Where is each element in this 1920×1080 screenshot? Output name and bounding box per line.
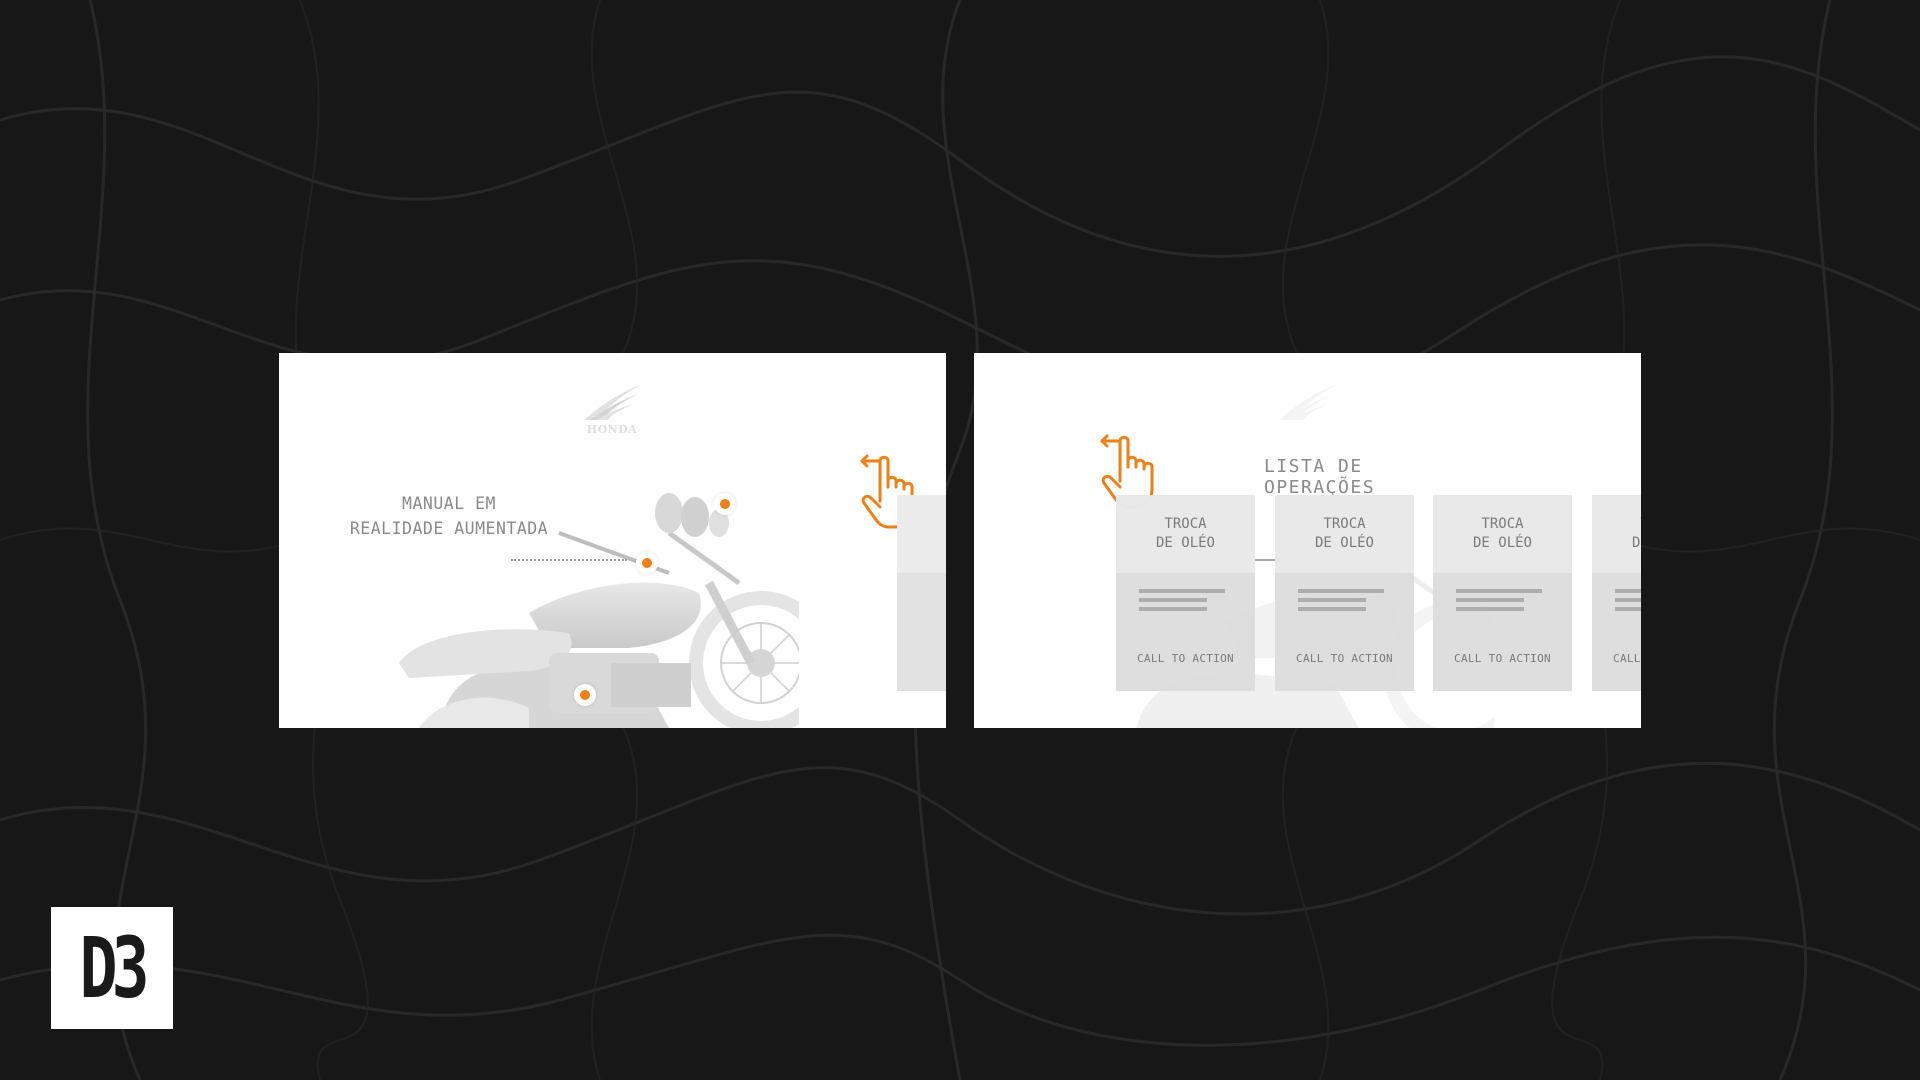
honda-logo-faded (1267, 380, 1347, 436)
card-peek[interactable] (897, 495, 946, 691)
screen-ar-manual: HONDA MANUAL EM REALIDADE AUMENTADA (279, 353, 946, 728)
hotspot-engine[interactable] (574, 684, 596, 706)
card-text-line (1615, 607, 1641, 611)
card-title: TROCA DE OLÉO (1155, 516, 1215, 551)
card-text-line (1456, 598, 1524, 602)
operation-card[interactable]: TROCA DE OLÉO CALL TO ACTION (1275, 495, 1414, 691)
card-text-line (1298, 589, 1384, 593)
card-text-line (1139, 607, 1207, 611)
card-title: TROCA DE OLÉO (1314, 516, 1374, 551)
card-text-line (1298, 598, 1366, 602)
card-title: TROCA DE OLÉO (1631, 516, 1641, 551)
card-title: TROCA DE OLÉO (1472, 516, 1532, 551)
hotspot-connector-line (511, 559, 627, 561)
hotspot-headlight[interactable] (714, 493, 736, 515)
honda-wordmark: HONDA (586, 423, 638, 436)
d3-logo-badge: D3 (51, 907, 173, 1029)
honda-logo: HONDA (572, 380, 652, 436)
screen-operations-list: LISTA DE OPERAÇÕES TROCA DE OLÉO CALL TO… (974, 353, 1641, 728)
hotspot-tank[interactable] (636, 552, 658, 574)
d3-logo-text: D3 (80, 919, 150, 1017)
honda-wing-icon (584, 384, 642, 420)
card-text-line (1139, 598, 1207, 602)
card-text-line (1456, 589, 1542, 593)
card-text-line (1139, 589, 1225, 593)
card-text-line (1456, 607, 1524, 611)
card-text-line (1615, 598, 1641, 602)
call-to-action-button[interactable]: CALL TO ACTION (1275, 652, 1414, 665)
operations-list-title: LISTA DE OPERAÇÕES (1264, 456, 1376, 498)
operation-card[interactable]: TROCA DE OLÉO CALL TO ACTION (1433, 495, 1572, 691)
honda-wing-icon (1279, 384, 1337, 420)
card-text-line (1615, 589, 1641, 593)
operation-card[interactable]: TROCA DE OLÉO CALL TO ACTION (1116, 495, 1255, 691)
card-text-line (1298, 607, 1366, 611)
call-to-action-button[interactable]: CALL TO ACTION (1433, 652, 1572, 665)
call-to-action-button[interactable]: CALL TO ACTION (1592, 652, 1641, 665)
operation-card[interactable]: TROCA DE OLÉO CALL TO ACTION (1592, 495, 1641, 691)
call-to-action-button[interactable]: CALL TO ACTION (1116, 652, 1255, 665)
